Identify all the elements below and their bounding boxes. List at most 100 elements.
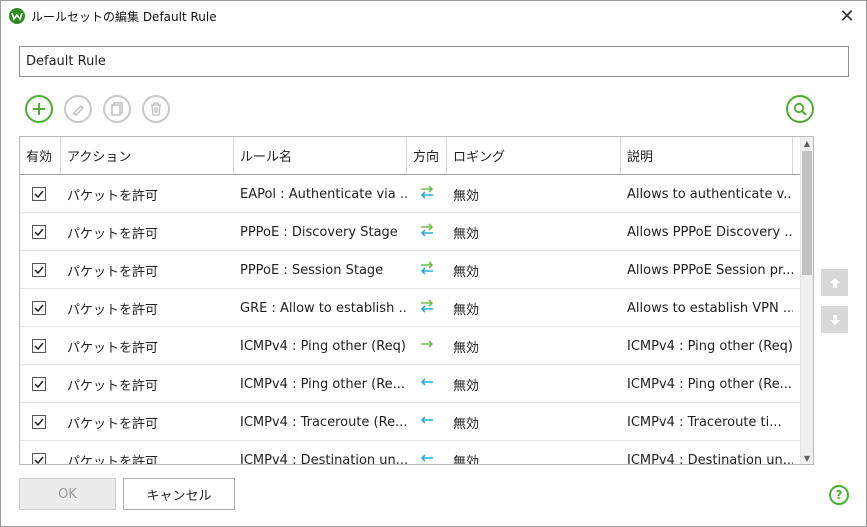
action-cell: パケットを許可 bbox=[67, 226, 159, 242]
header-logging[interactable]: ロギング bbox=[447, 137, 621, 174]
table-row[interactable]: パケットを許可 GRE : Allow to establish ... 無効 All… bbox=[20, 289, 801, 327]
table-row[interactable]: パケットを許可 PPPoE : Discovery Stage 無効 Allows P… bbox=[20, 213, 801, 251]
add-rule-button[interactable] bbox=[25, 95, 53, 123]
bidirectional-arrow-icon bbox=[419, 261, 435, 279]
logging-cell: 無効 bbox=[453, 302, 480, 318]
logging-cell: 無効 bbox=[453, 226, 480, 242]
description-cell: Allows PPPoE Session pr... bbox=[627, 262, 793, 278]
bidirectional-arrow-icon bbox=[419, 185, 435, 203]
enabled-cell bbox=[20, 441, 61, 464]
logging-cell: 無効 bbox=[453, 188, 480, 204]
table-row[interactable]: パケットを許可 EAPol : Authenticate via ... 無効 All… bbox=[20, 175, 801, 213]
arrow-down-icon bbox=[829, 314, 840, 325]
inbound-arrow-icon bbox=[419, 451, 435, 464]
enabled-cell bbox=[20, 175, 61, 213]
enabled-checkbox[interactable] bbox=[32, 339, 46, 353]
direction-cell bbox=[407, 175, 447, 213]
logging-cell: 無効 bbox=[453, 454, 480, 465]
description-cell: ICMPv4 : Traceroute ti... bbox=[627, 414, 782, 430]
direction-cell bbox=[407, 213, 447, 251]
check-icon bbox=[34, 418, 44, 427]
search-icon bbox=[793, 102, 807, 116]
scrollbar-thumb[interactable] bbox=[802, 151, 812, 275]
table-row[interactable]: パケットを許可 ICMPv4 : Ping other (Re... 無効 ICMPv… bbox=[20, 365, 801, 403]
action-cell: パケットを許可 bbox=[67, 454, 159, 465]
direction-cell bbox=[407, 289, 447, 327]
action-cell: パケットを許可 bbox=[67, 378, 159, 394]
rule-name-cell: ICMPv4 : Traceroute (Re... bbox=[240, 414, 407, 430]
enabled-checkbox[interactable] bbox=[32, 453, 46, 464]
enabled-checkbox[interactable] bbox=[32, 263, 46, 277]
direction-cell bbox=[407, 441, 447, 464]
ok-button[interactable]: OK bbox=[19, 478, 116, 510]
logging-cell: 無効 bbox=[453, 416, 480, 432]
direction-cell bbox=[407, 365, 447, 403]
help-icon[interactable]: ? bbox=[829, 485, 849, 505]
search-button[interactable] bbox=[786, 95, 814, 123]
direction-cell bbox=[407, 327, 447, 365]
description-cell: Allows to authenticate v... bbox=[627, 186, 793, 202]
close-icon: ✕ bbox=[839, 5, 855, 27]
check-icon bbox=[34, 456, 44, 464]
close-button[interactable]: ✕ bbox=[836, 5, 858, 27]
arrow-up-icon bbox=[829, 277, 840, 288]
enabled-cell bbox=[20, 403, 61, 441]
logging-cell: 無効 bbox=[453, 264, 480, 280]
inbound-arrow-icon bbox=[419, 375, 435, 393]
direction-cell bbox=[407, 251, 447, 289]
description-cell: ICMPv4 : Ping other (Re... bbox=[627, 376, 793, 392]
add-icon bbox=[33, 103, 45, 115]
scroll-down-icon[interactable]: ▼ bbox=[801, 452, 813, 464]
description-cell: ICMPv4 : Ping other (Req) bbox=[627, 338, 793, 354]
rule-name-cell: GRE : Allow to establish ... bbox=[240, 300, 407, 316]
enabled-cell bbox=[20, 365, 61, 403]
table-row[interactable]: パケットを許可 PPPoE : Session Stage 無効 Allows PPP… bbox=[20, 251, 801, 289]
header-action[interactable]: アクション bbox=[61, 137, 234, 174]
edit-rule-button[interactable] bbox=[64, 95, 92, 123]
table-row[interactable]: パケットを許可 ICMPv4 : Traceroute (Re... 無効 ICMPv… bbox=[20, 403, 801, 441]
check-icon bbox=[34, 380, 44, 389]
table-row[interactable]: パケットを許可 ICMPv4 : Destination un... 無効 ICMPv… bbox=[20, 441, 801, 465]
enabled-checkbox[interactable] bbox=[32, 225, 46, 239]
enabled-checkbox[interactable] bbox=[32, 377, 46, 391]
check-icon bbox=[34, 228, 44, 237]
table-header: 有効 アクション ルール名 方向 ロギング 説明 bbox=[20, 137, 801, 175]
bidirectional-arrow-icon bbox=[419, 223, 435, 241]
rule-name-cell: EAPol : Authenticate via ... bbox=[240, 186, 407, 202]
enabled-checkbox[interactable] bbox=[32, 301, 46, 315]
enabled-checkbox[interactable] bbox=[32, 187, 46, 201]
description-cell: ICMPv4 : Destination un... bbox=[627, 452, 793, 465]
action-cell: パケットを許可 bbox=[67, 302, 159, 318]
description-cell: Allows to establish VPN ... bbox=[627, 300, 793, 316]
logging-cell: 無効 bbox=[453, 378, 480, 394]
header-rule-name[interactable]: ルール名 bbox=[234, 137, 407, 174]
enabled-checkbox[interactable] bbox=[32, 415, 46, 429]
scroll-up-icon[interactable]: ▲ bbox=[801, 137, 813, 149]
header-enabled[interactable]: 有効 bbox=[20, 137, 61, 174]
copy-icon bbox=[111, 102, 123, 116]
vertical-scrollbar[interactable]: ▲ ▼ bbox=[800, 137, 813, 464]
direction-cell bbox=[407, 403, 447, 441]
header-description[interactable]: 説明 bbox=[621, 137, 793, 174]
ruleset-name-input[interactable] bbox=[19, 46, 849, 77]
outbound-arrow-icon bbox=[419, 337, 435, 355]
header-direction[interactable]: 方向 bbox=[407, 137, 447, 174]
move-down-button[interactable] bbox=[821, 306, 848, 333]
cancel-button[interactable]: キャンセル bbox=[123, 478, 235, 510]
rule-name-cell: PPPoE : Discovery Stage bbox=[240, 224, 398, 240]
logging-cell: 無効 bbox=[453, 340, 480, 356]
rule-name-cell: ICMPv4 : Destination un... bbox=[240, 452, 407, 465]
window-title: ルールセットの編集 Default Rule bbox=[31, 10, 217, 24]
delete-rule-button[interactable] bbox=[142, 95, 170, 123]
table-body: パケットを許可 EAPol : Authenticate via ... 無効 All… bbox=[20, 175, 801, 465]
table-row[interactable]: パケットを許可 ICMPv4 : Ping other (Req) 無効 ICMPv4… bbox=[20, 327, 801, 365]
action-cell: パケットを許可 bbox=[67, 264, 159, 280]
action-cell: パケットを許可 bbox=[67, 340, 159, 356]
move-up-button[interactable] bbox=[821, 269, 848, 296]
delete-icon bbox=[151, 102, 161, 116]
check-icon bbox=[34, 266, 44, 275]
action-cell: パケットを許可 bbox=[67, 188, 159, 204]
enabled-cell bbox=[20, 289, 61, 327]
enabled-cell bbox=[20, 327, 61, 365]
copy-rule-button[interactable] bbox=[103, 95, 131, 123]
